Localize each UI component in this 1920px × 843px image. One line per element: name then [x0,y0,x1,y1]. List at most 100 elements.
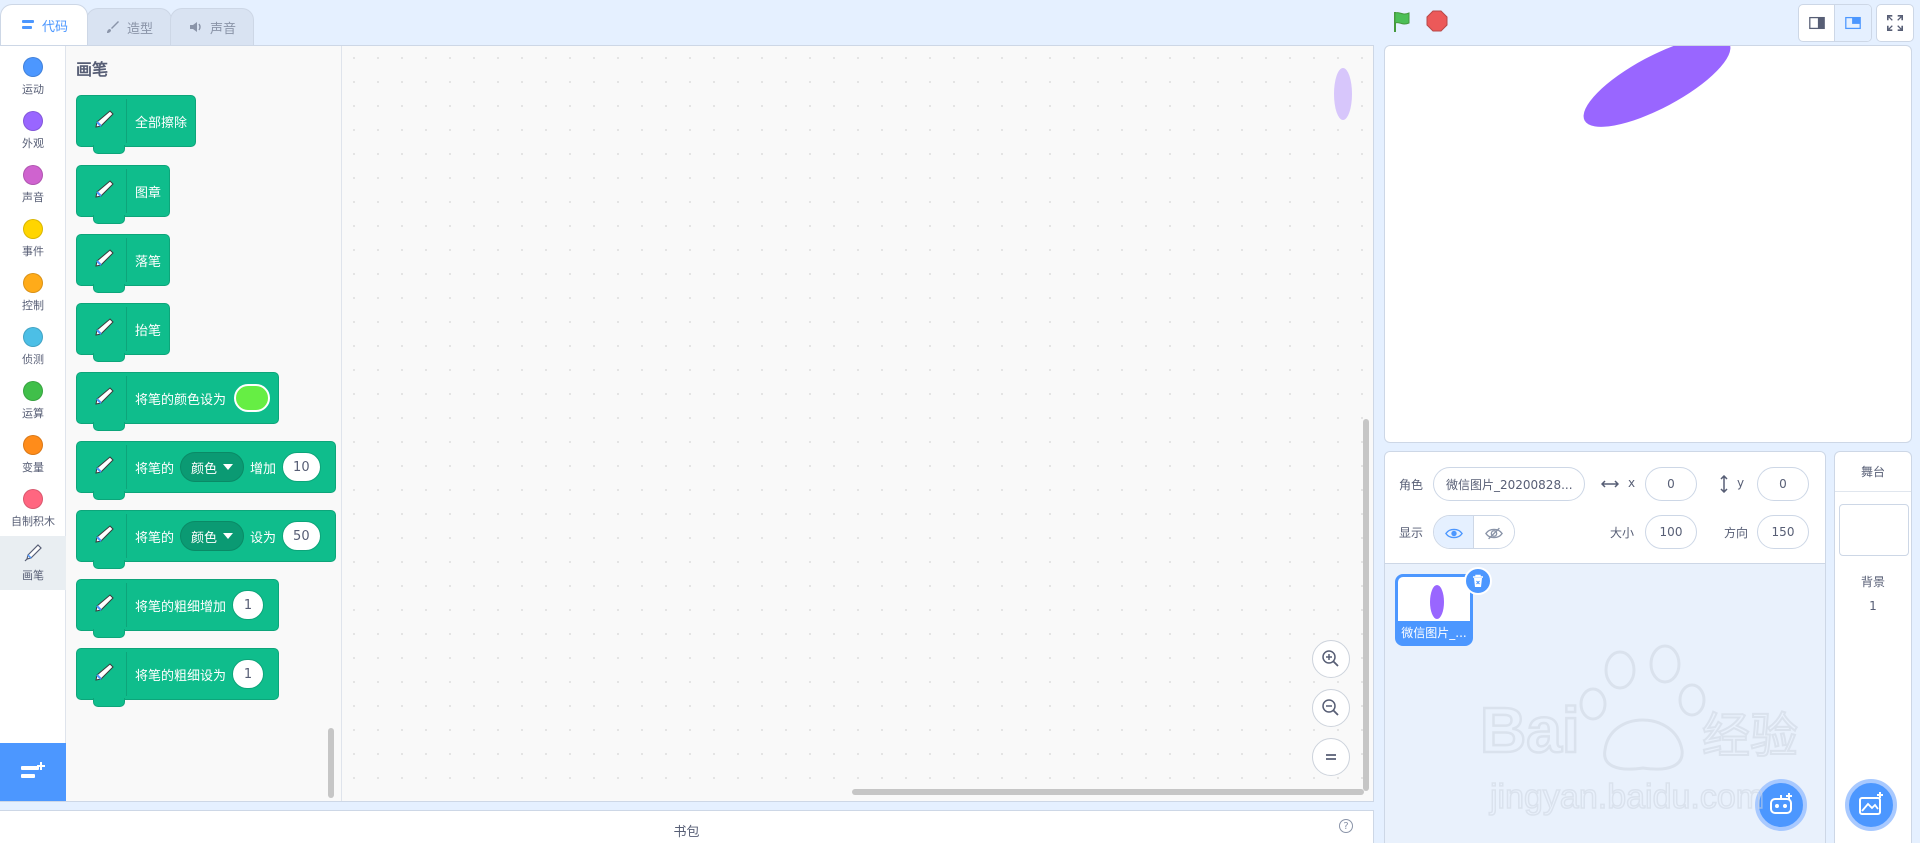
category-events-label: 事件 [22,245,44,258]
block-set-pen-size[interactable]: 将笔的粗细设为 1 [76,648,280,707]
stage-canvas[interactable] [1384,45,1912,443]
sprite-label: 角色 [1399,478,1424,492]
robot-icon [1770,793,1792,814]
show-sprite-button[interactable] [1434,516,1474,548]
x-label: x [1628,476,1636,490]
backdrop-count: 1 [1869,599,1877,613]
category-operators-label: 运算 [22,407,44,420]
palette-section-title: 画笔 [76,60,109,79]
pen-block-icon [89,652,127,696]
block-pen-clear-label: 全部擦除 [135,115,188,131]
block-set-pen-param[interactable]: 将笔的 颜色 设为 50 [76,510,336,569]
x-field[interactable]: 0 [1645,467,1697,501]
workspace-horizontal-scrollbar[interactable] [852,789,1364,795]
block-set-pen-color[interactable]: 将笔的颜色设为 [76,372,280,431]
speaker-icon [189,22,201,32]
trash-icon [1473,574,1483,587]
zoom-in-button[interactable] [1312,640,1350,678]
stage-target-pane[interactable]: 舞台 背景 1 [1834,451,1912,843]
small-stage-icon [1808,16,1825,30]
sensing-dot-icon [23,327,43,347]
category-events[interactable]: 事件 [0,212,66,266]
fullscreen-button[interactable] [1876,4,1914,42]
set-param-value-input[interactable]: 50 [282,521,321,551]
choose-sprite-button[interactable] [1755,779,1807,831]
category-my-blocks[interactable]: 自制积木 [0,482,66,536]
block-pen-up-label: 抬笔 [135,323,162,339]
looks-dot-icon [23,111,43,131]
tab-sounds-label: 声音 [209,21,236,37]
pen-block-icon [89,583,127,627]
zoom-reset-button[interactable] [1312,738,1350,776]
code-icon [21,20,34,29]
delete-sprite-button[interactable] [1464,567,1492,595]
large-stage-icon [1845,16,1861,30]
category-pen[interactable]: 画笔 [0,536,66,590]
change-param-value-input[interactable]: 10 [282,452,321,482]
category-looks-label: 外观 [22,137,44,150]
category-control[interactable]: 控制 [0,266,66,320]
category-sensing-label: 侦测 [22,353,44,366]
fullscreen-icon [1886,14,1904,32]
zoom-out-button[interactable] [1312,689,1350,727]
sprite-tile-name: 微信图片_... [1398,621,1470,643]
set-size-value-input[interactable]: 1 [232,659,265,689]
tab-sounds[interactable]: 声音 [170,8,254,45]
pen-color-swatch[interactable] [234,384,271,412]
stage-size-toggle [1798,4,1872,42]
stop-icon[interactable] [1426,10,1448,32]
block-set-pen-param-mid: 设为 [250,530,277,546]
category-variables-label: 变量 [22,461,44,474]
category-operators[interactable]: 运算 [0,374,66,428]
dropdown-arrow-icon [223,464,234,470]
block-pen-up[interactable]: 抬笔 [76,303,171,362]
sprite-pane: 角色 微信图片_20200828... x 0 y 0 显示 大小 100 方向… [1384,451,1826,843]
sprite-tile-selected[interactable]: 微信图片_... [1395,567,1492,646]
category-sensing[interactable]: 侦测 [0,320,66,374]
block-change-pen-param[interactable]: 将笔的 颜色 增加 10 [76,441,336,500]
add-extension-icon [21,762,45,778]
pen-param-dropdown[interactable]: 颜色 [180,452,245,482]
block-pen-clear[interactable]: 全部擦除 [76,95,197,154]
green-flag-icon[interactable] [1390,10,1414,34]
y-field[interactable]: 0 [1757,467,1809,501]
size-field[interactable]: 100 [1645,515,1697,549]
block-pen-stamp[interactable]: 图章 [76,165,171,224]
block-pen-down-label: 落笔 [135,254,162,270]
help-icon[interactable]: ? [1339,819,1353,833]
script-workspace[interactable] [342,46,1373,801]
tab-code[interactable]: 代码 [0,4,88,45]
equals-icon [1326,754,1336,760]
sprite-thumbnail [1430,585,1444,619]
category-looks[interactable]: 外观 [0,104,66,158]
pen-param-dropdown[interactable]: 颜色 [180,521,245,551]
workspace-vertical-scrollbar[interactable] [1363,419,1369,791]
block-change-pen-size[interactable]: 将笔的粗细增加 1 [76,579,280,638]
control-dot-icon [23,273,43,293]
pen-param-dropdown-value: 颜色 [191,530,218,546]
block-change-pen-size-label: 将笔的粗细增加 [135,599,227,615]
palette-scrollbar[interactable] [328,728,334,798]
change-size-value-input[interactable]: 1 [232,590,265,620]
tab-costumes[interactable]: 造型 [86,8,172,45]
zoom-out-icon [1322,699,1339,716]
stage-sprite-ellipse[interactable] [1385,46,1912,443]
pen-block-icon [89,99,127,143]
category-motion[interactable]: 运动 [0,50,66,104]
add-extension-button[interactable] [0,743,66,801]
category-variables[interactable]: 变量 [0,428,66,482]
block-set-pen-color-label: 将笔的颜色设为 [135,392,227,408]
motion-dot-icon [23,57,43,77]
small-stage-button[interactable] [1799,5,1835,41]
large-stage-button[interactable] [1835,5,1871,41]
backpack-bar[interactable]: 书包 ? [0,810,1374,843]
category-sound[interactable]: 声音 [0,158,66,212]
stage-thumbnail[interactable] [1839,504,1909,556]
block-pen-down[interactable]: 落笔 [76,234,171,293]
sprite-name-field[interactable]: 微信图片_20200828... [1433,467,1585,501]
choose-backdrop-button[interactable] [1845,779,1897,831]
block-set-pen-param-prefix: 将笔的 [135,530,175,546]
direction-field[interactable]: 150 [1757,515,1809,549]
hide-sprite-button[interactable] [1474,516,1514,548]
size-label: 大小 [1610,526,1635,540]
